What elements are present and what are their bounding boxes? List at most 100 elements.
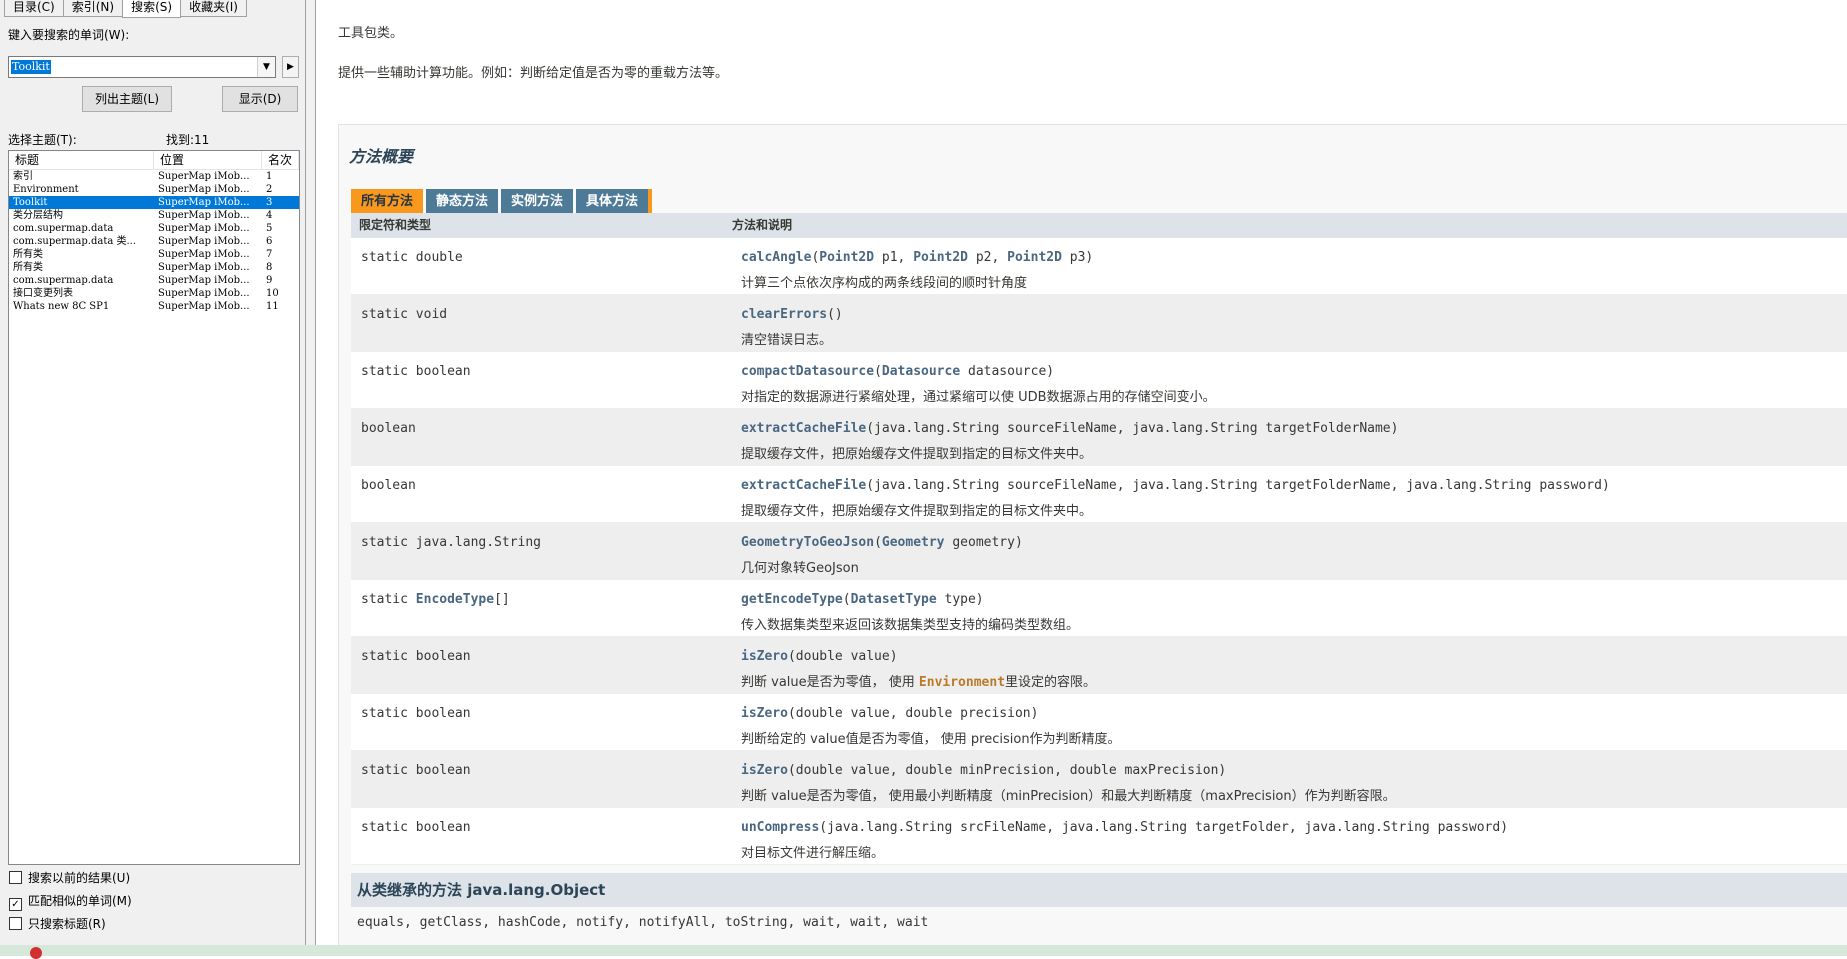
search-go-icon[interactable]: ▶: [282, 56, 299, 78]
method-table: 限定符和类型 方法和说明 static double calcAngle(Poi…: [351, 213, 1847, 865]
column-location[interactable]: 位置: [154, 151, 262, 169]
search-combobox[interactable]: Toolkit ▼: [8, 56, 276, 78]
pane-splitter[interactable]: [306, 0, 316, 945]
column-title[interactable]: 标题: [9, 151, 154, 169]
result-location: SuperMap iMob...: [158, 301, 250, 312]
display-button[interactable]: 显示(D): [222, 86, 298, 112]
type-link[interactable]: Point2D: [1007, 250, 1062, 265]
method-description: 对目标文件进行解压缩。: [741, 846, 885, 861]
table-row: static boolean isZero(double value, doub…: [351, 751, 1847, 808]
results-rows: 索引 SuperMap iMob... 1 Environment SuperMap i…: [9, 170, 299, 313]
modifier-type: static boolean: [361, 364, 471, 379]
method-link[interactable]: extractCacheFile: [741, 478, 866, 493]
modifier-type: static boolean: [361, 820, 471, 835]
method-description: 对指定的数据源进行紧缩处理，通过紧缩可以使 UDB数据源占用的存储空间变小。: [741, 390, 1216, 405]
search-input[interactable]: Toolkit: [11, 60, 51, 74]
result-rank: 4: [266, 210, 273, 221]
method-link[interactable]: getEncodeType: [741, 592, 843, 607]
modifier-type: static boolean: [361, 649, 471, 664]
method-signature: isZero(double value, double precision): [741, 706, 1039, 721]
method-signature: isZero(double value): [741, 649, 898, 664]
tab-bar-end: [648, 189, 653, 213]
list-item[interactable]: com.supermap.data 类... SuperMap iMob... 6: [9, 235, 299, 248]
method-signature: calcAngle(Point2D p1, Point2D p2, Point2…: [741, 250, 1094, 265]
method-description: 判断 value是否为零值， 使用 Environment里设定的容限。: [741, 675, 1097, 690]
method-link[interactable]: GeometryToGeoJson: [741, 535, 874, 550]
type-link[interactable]: Point2D: [913, 250, 968, 265]
tab-all-methods[interactable]: 所有方法: [351, 189, 424, 213]
list-item[interactable]: 类分层结构 SuperMap iMob... 4: [9, 209, 299, 222]
list-item[interactable]: Toolkit SuperMap iMob... 3: [9, 196, 299, 209]
tab-favorites[interactable]: 收藏夹(I): [180, 0, 247, 17]
result-title: 接口变更列表: [13, 288, 73, 299]
column-rank[interactable]: 名次: [262, 151, 299, 169]
results-list[interactable]: 标题 位置 名次 索引 SuperMap iMob... 1 Environment S…: [8, 150, 300, 865]
method-summary: 方法概要 所有方法 静态方法 实例方法 具体方法 限定符和类型 方法和说明 st…: [338, 124, 1847, 945]
method-link[interactable]: isZero: [741, 763, 788, 778]
type-link[interactable]: Geometry: [882, 535, 945, 550]
result-title: Environment: [13, 184, 79, 195]
list-item[interactable]: com.supermap.data SuperMap iMob... 5: [9, 222, 299, 235]
result-location: SuperMap iMob...: [158, 275, 250, 286]
tab-static-methods[interactable]: 静态方法: [426, 189, 499, 213]
method-description: 计算三个点依次序构成的两条线段间的顺时针角度: [741, 276, 1028, 291]
tab-index[interactable]: 索引(N): [62, 0, 124, 17]
list-item[interactable]: Whats new 8C SP1 SuperMap iMob... 11: [9, 300, 299, 313]
tab-concrete-methods[interactable]: 具体方法: [576, 189, 649, 213]
method-tabs: 所有方法 静态方法 实例方法 具体方法: [351, 189, 653, 213]
method-signature: compactDatasource(Datasource datasource): [741, 364, 1055, 379]
method-link[interactable]: extractCacheFile: [741, 421, 866, 436]
document-pane: 工具包类。 提供一些辅助计算功能。例如：判断给定值是否为零的重载方法等。 方法概…: [318, 0, 1847, 945]
match-similar-checkbox[interactable]: ✓ 匹配相似的单词(M): [9, 893, 209, 911]
list-item[interactable]: 接口变更列表 SuperMap iMob... 10: [9, 287, 299, 300]
inherited-methods-list[interactable]: equals, getClass, hashCode, notify, noti…: [357, 915, 928, 930]
table-row: static boolean isZero(double value, doub…: [351, 694, 1847, 751]
dropdown-arrow-icon[interactable]: ▼: [257, 57, 275, 77]
tab-search[interactable]: 搜索(S): [122, 0, 182, 18]
result-location: SuperMap iMob...: [158, 184, 250, 195]
method-description: 几何对象转GeoJson: [741, 561, 859, 576]
method-link[interactable]: compactDatasource: [741, 364, 874, 379]
method-link[interactable]: isZero: [741, 649, 788, 664]
type-link[interactable]: EncodeType: [416, 592, 494, 607]
search-previous-checkbox[interactable]: 搜索以前的结果(U): [9, 870, 209, 886]
type-link[interactable]: DatasetType: [851, 592, 937, 607]
table-row: static boolean isZero(double value) 判断 v…: [351, 637, 1847, 694]
list-item[interactable]: 所有类 SuperMap iMob... 7: [9, 248, 299, 261]
select-topic-label: 选择主题(T):: [8, 133, 77, 147]
result-title: com.supermap.data 类...: [13, 236, 137, 247]
method-link[interactable]: calcAngle: [741, 250, 811, 265]
result-location: SuperMap iMob...: [158, 249, 250, 260]
method-link[interactable]: unCompress: [741, 820, 819, 835]
method-description: 提取缓存文件，把原始缓存文件提取到指定的目标文件夹中。: [741, 447, 1093, 462]
table-row: static void clearErrors() 清空错误日志。: [351, 295, 1847, 352]
nav-tabs: 目录(C) 索引(N) 搜索(S) 收藏夹(I): [4, 0, 247, 18]
list-item[interactable]: com.supermap.data SuperMap iMob... 9: [9, 274, 299, 287]
result-location: SuperMap iMob...: [158, 236, 250, 247]
tab-contents[interactable]: 目录(C): [4, 0, 64, 17]
type-link[interactable]: Datasource: [882, 364, 960, 379]
table-row: static java.lang.String GeometryToGeoJso…: [351, 523, 1847, 580]
titles-only-checkbox[interactable]: 只搜索标题(R): [9, 916, 209, 932]
result-rank: 9: [266, 275, 273, 286]
method-link[interactable]: isZero: [741, 706, 788, 721]
checkbox-icon[interactable]: [9, 871, 22, 884]
table-row: boolean extractCacheFile(java.lang.Strin…: [351, 466, 1847, 523]
checkbox-icon[interactable]: [9, 917, 22, 930]
results-header: 标题 位置 名次: [9, 151, 299, 170]
list-topics-button[interactable]: 列出主题(L): [82, 86, 172, 112]
result-location: SuperMap iMob...: [158, 262, 250, 273]
tab-instance-methods[interactable]: 实例方法: [501, 189, 574, 213]
type-link[interactable]: Point2D: [819, 250, 874, 265]
list-item[interactable]: Environment SuperMap iMob... 2: [9, 183, 299, 196]
method-description: 传入数据集类型来返回该数据集类型支持的编码类型数组。: [741, 618, 1080, 633]
class-detail: 提供一些辅助计算功能。例如：判断给定值是否为零的重载方法等。: [338, 66, 729, 81]
method-link[interactable]: clearErrors: [741, 307, 827, 322]
environment-link[interactable]: Environment: [919, 675, 1005, 690]
header-method-description: 方法和说明: [732, 218, 793, 232]
result-rank: 11: [266, 301, 279, 312]
modifier-type: static EncodeType[]: [361, 592, 510, 607]
list-item[interactable]: 所有类 SuperMap iMob... 8: [9, 261, 299, 274]
list-item[interactable]: 索引 SuperMap iMob... 1: [9, 170, 299, 183]
checkbox-checked-icon[interactable]: ✓: [9, 898, 22, 911]
